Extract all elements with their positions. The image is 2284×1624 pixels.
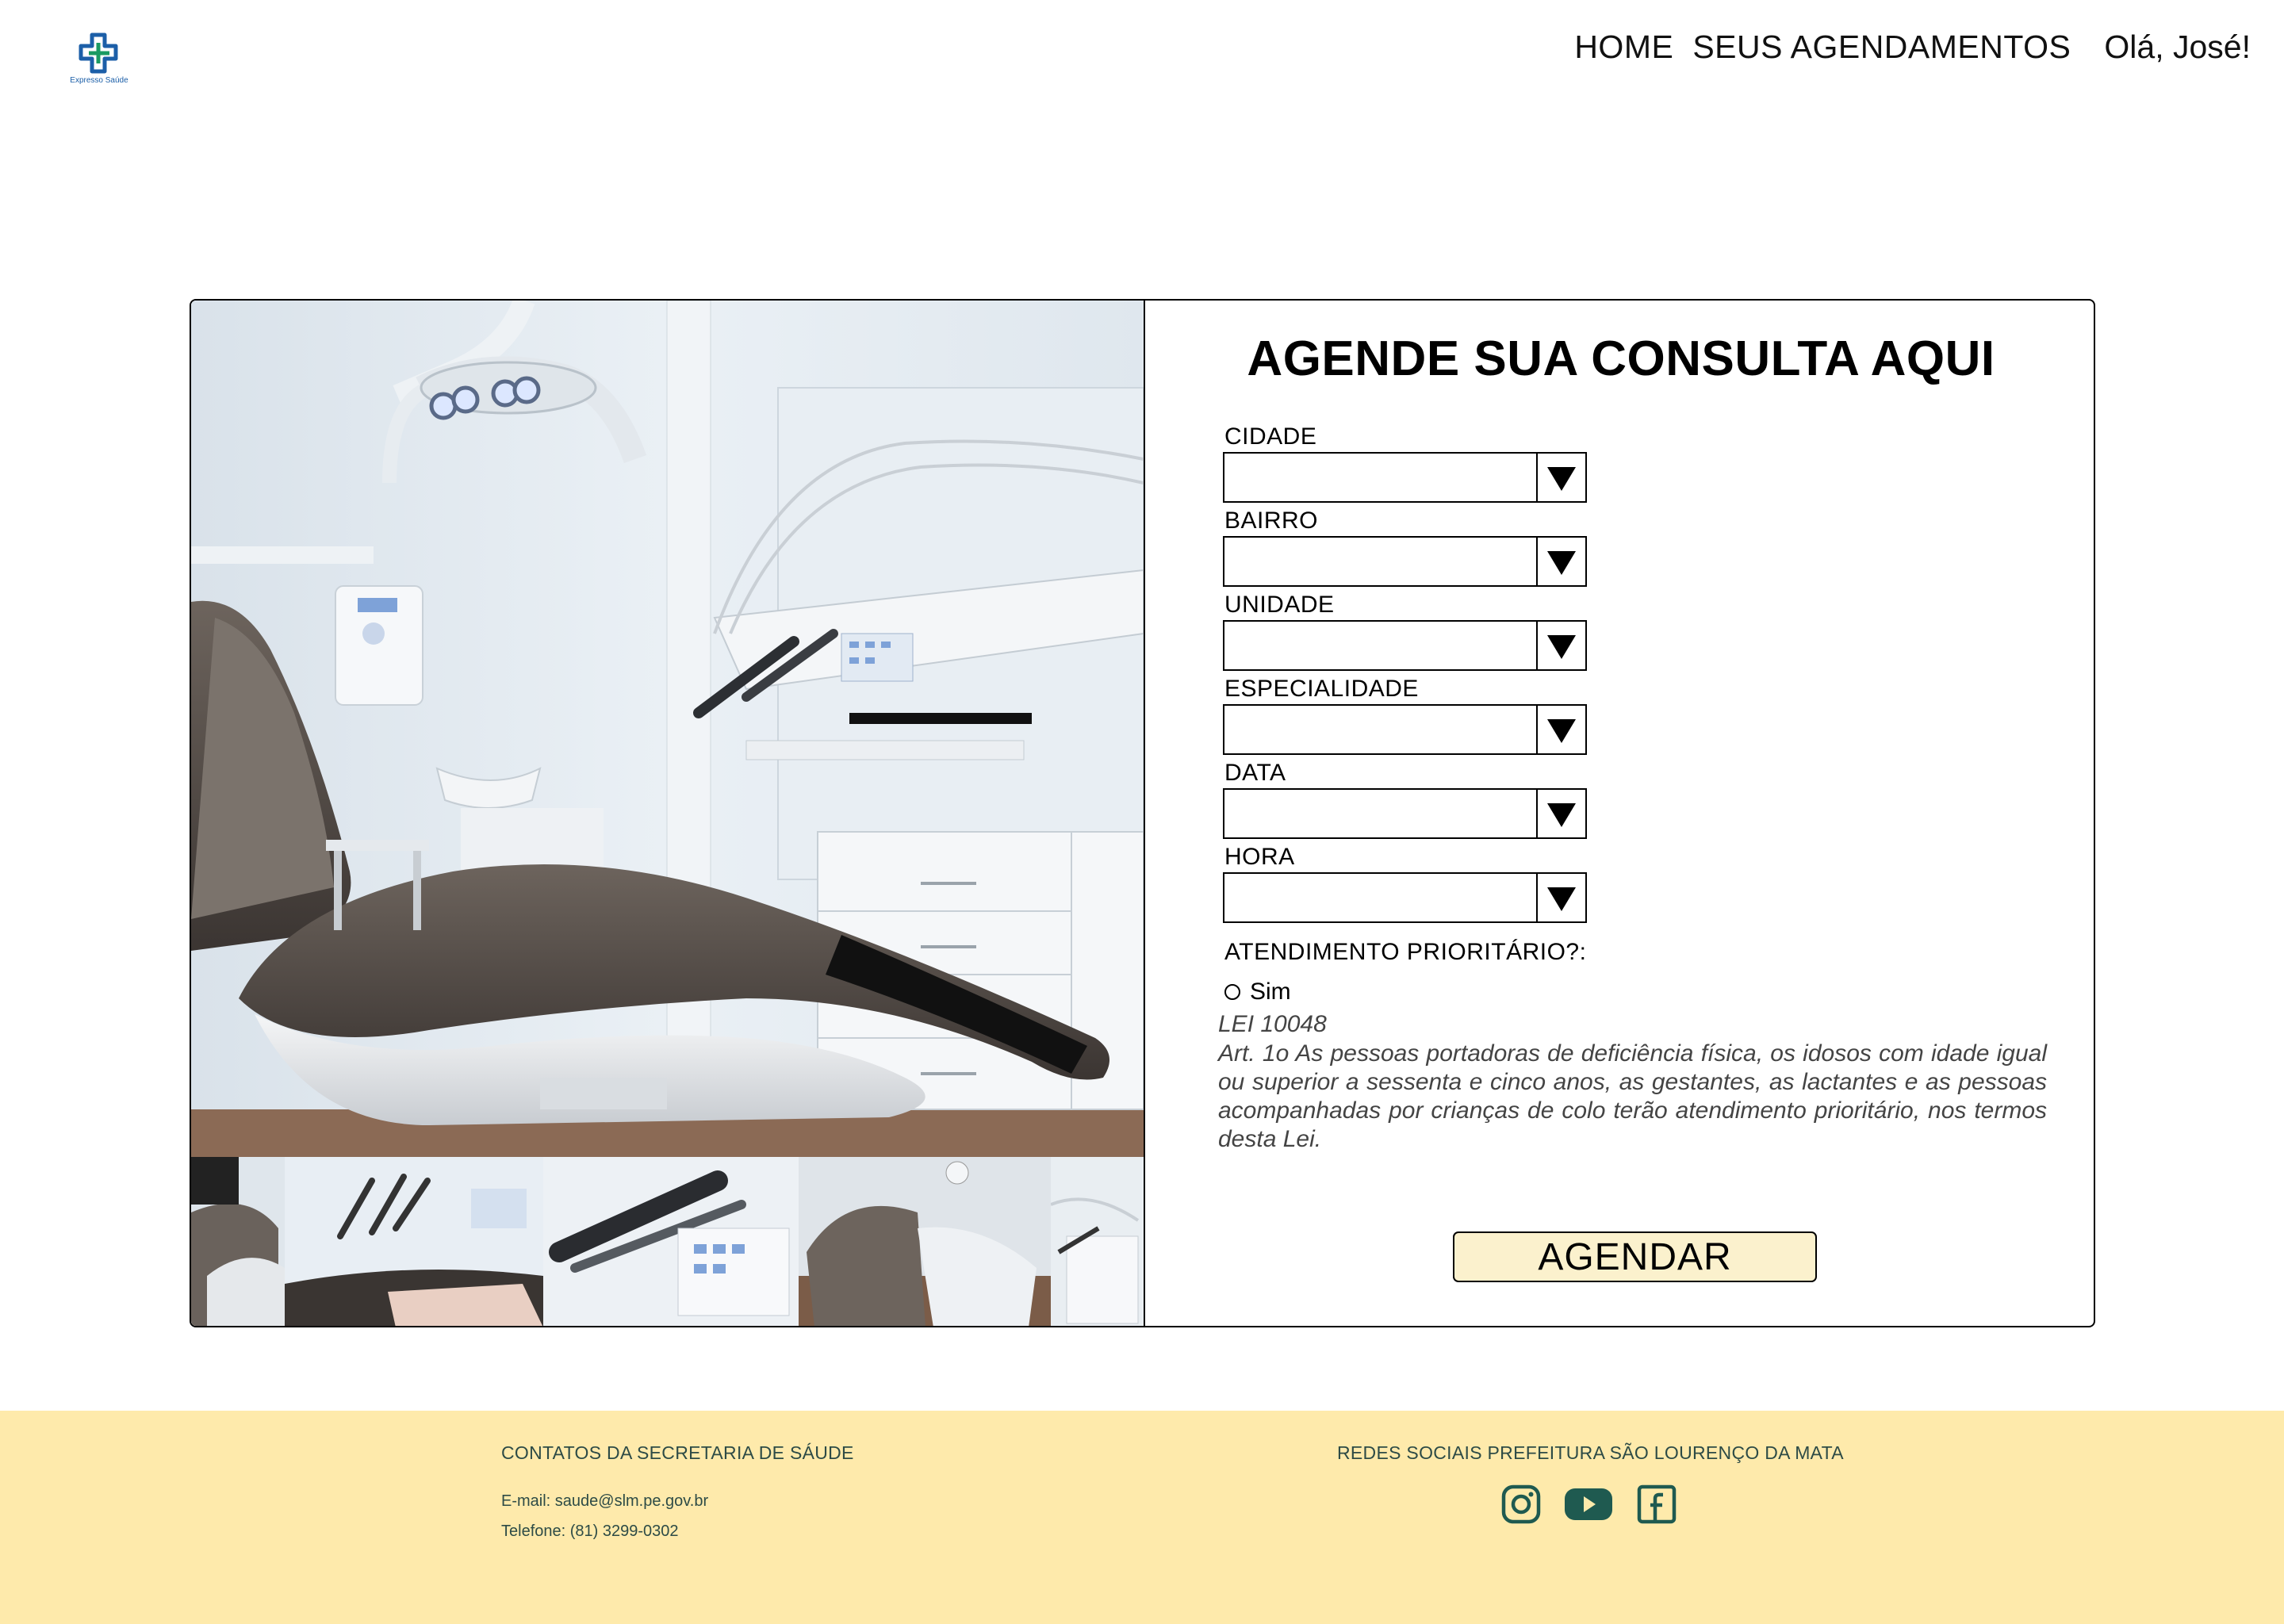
youtube-icon[interactable] (1564, 1484, 1613, 1525)
medical-cross-icon (79, 33, 118, 74)
time-label: HORA (1224, 844, 1295, 870)
user-greeting: Olá, José! (2104, 29, 2251, 65)
form-title: AGENDE SUA CONSULTA AQUI (1247, 331, 1995, 386)
main-nav: HOME SEUS AGENDAMENTOS Olá, José! (1574, 29, 2251, 66)
specialty-label: ESPECIALIDADE (1224, 676, 1419, 702)
schedule-button[interactable]: AGENDAR (1453, 1231, 1817, 1282)
dropdown-arrow-icon[interactable] (1536, 706, 1585, 753)
thumbnail-2 (285, 1157, 543, 1326)
contact-phone: Telefone: (81) 3299-0302 (501, 1522, 679, 1540)
dental-office-photo (191, 301, 1145, 1326)
dropdown-arrow-icon[interactable] (1536, 454, 1585, 501)
priority-radio-option[interactable]: Sim (1224, 979, 1291, 1005)
priority-radio-label: Sim (1250, 979, 1291, 1005)
specialty-select[interactable] (1223, 704, 1587, 755)
law-text: Art. 1o As pessoas portadoras de deficiê… (1218, 1040, 2047, 1152)
nav-appointments[interactable]: SEUS AGENDAMENTOS (1692, 29, 2071, 66)
date-label: DATA (1224, 760, 1286, 786)
priority-radio[interactable] (1224, 984, 1240, 1000)
contact-email: E-mail: saude@slm.pe.gov.br (501, 1492, 709, 1510)
social-heading: REDES SOCIAIS PREFEITURA SÃO LOURENÇO DA… (1337, 1442, 1844, 1463)
priority-label: ATENDIMENTO PRIORITÁRIO?: (1224, 939, 1587, 965)
logo-text: Expresso Saúde (70, 76, 128, 85)
neighborhood-label: BAIRRO (1224, 508, 1319, 534)
date-select[interactable] (1223, 788, 1587, 839)
city-label: CIDADE (1224, 423, 1317, 450)
instagram-icon[interactable] (1500, 1484, 1542, 1525)
photo-thumbnail-strip (191, 1157, 1144, 1326)
contacts-heading: CONTATOS DA SECRETARIA DE SÁUDE (501, 1442, 854, 1463)
thumbnail-5 (1051, 1157, 1144, 1326)
booking-card: AGENDE SUA CONSULTA AQUI CIDADE BAIRRO U… (190, 299, 2095, 1327)
time-select[interactable] (1223, 872, 1587, 923)
thumbnail-3 (543, 1157, 799, 1326)
footer: CONTATOS DA SECRETARIA DE SÁUDE E-mail: … (0, 1411, 2284, 1624)
law-title: LEI 10048 (1218, 1011, 1327, 1037)
dropdown-arrow-icon[interactable] (1536, 622, 1585, 669)
site-logo[interactable]: Expresso Saúde (70, 32, 128, 87)
facebook-icon[interactable] (1636, 1484, 1677, 1525)
dropdown-arrow-icon[interactable] (1536, 874, 1585, 921)
thumbnail-4 (799, 1157, 1051, 1326)
unit-label: UNIDADE (1224, 592, 1335, 618)
thumbnail-1 (191, 1157, 285, 1326)
unit-select[interactable] (1223, 620, 1587, 671)
dropdown-arrow-icon[interactable] (1536, 538, 1585, 585)
city-select[interactable] (1223, 452, 1587, 503)
dropdown-arrow-icon[interactable] (1536, 790, 1585, 837)
neighborhood-select[interactable] (1223, 536, 1587, 587)
nav-home[interactable]: HOME (1574, 29, 1673, 66)
